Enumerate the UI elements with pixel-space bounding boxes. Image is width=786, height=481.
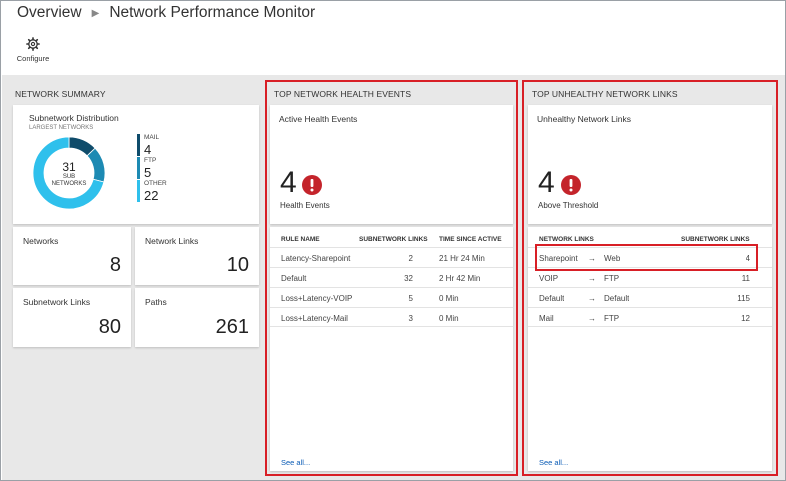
health-events-section-title: TOP NETWORK HEALTH EVENTS (274, 89, 412, 99)
donut-center-label-1: SUB (62, 174, 76, 180)
links-cell: 32 (404, 274, 413, 283)
subnetwork-links-value: 80 (98, 316, 121, 338)
health-see-all-link[interactable]: See all... (281, 458, 310, 467)
links-cell: 2 (408, 254, 413, 263)
rule-name-cell: Latency-Sharepoint (281, 254, 351, 263)
active-health-events-title: Active Health Events (279, 114, 358, 124)
subnetwork-links-label: Subnetwork Links (23, 297, 91, 307)
legend-label-mail: MAIL (144, 134, 160, 141)
legend-swatch-mail (137, 134, 140, 156)
active-health-events-tile[interactable]: Active Health Events 4 Health Events (270, 105, 513, 224)
arrow-right-icon: → (588, 274, 596, 283)
health-events-count: 4 (280, 166, 297, 199)
col-network-links[interactable]: NETWORK LINKS (539, 236, 594, 243)
configure-button[interactable]: Configure (15, 37, 51, 67)
link-from-cell: Default (539, 294, 565, 303)
subnetwork-distribution-tile[interactable]: Subnetwork Distribution LARGEST NETWORKS… (13, 105, 259, 224)
unhealthy-links-count: 4 (538, 166, 555, 199)
sharepoint-row-highlight (535, 244, 758, 271)
paths-value: 261 (215, 316, 249, 338)
arrow-right-icon: → (588, 294, 596, 303)
links-cell: 11 (741, 274, 750, 283)
unhealthy-links-count-label: Above Threshold (538, 201, 599, 210)
legend-value-mail: 4 (144, 142, 152, 157)
networks-tile[interactable]: Networks 8 (13, 227, 131, 285)
col-subnetwork-links[interactable]: SUBNETWORK LINKS (359, 236, 428, 243)
rule-name-cell: Loss+Latency-VOIP (281, 294, 353, 303)
paths-label: Paths (145, 297, 167, 307)
subnetwork-links-tile[interactable]: Subnetwork Links 80 (13, 288, 131, 347)
network-links-value: 10 (226, 254, 249, 276)
legend-swatch-other (137, 180, 140, 202)
col-rule-name[interactable]: RULE NAME (281, 236, 320, 243)
breadcrumb: Overview ▶ Network Performance Monitor (17, 4, 315, 22)
app-window: Overview ▶ Network Performance Monitor C… (0, 0, 786, 481)
donut-center-value: 31 (62, 160, 76, 174)
links-cell: 3 (408, 314, 413, 323)
alert-icon (302, 175, 322, 195)
table-row[interactable]: Latency-Sharepoint 2 21 Hr 24 Min (270, 247, 513, 267)
table-row[interactable]: Mail → FTP 12 (528, 307, 772, 327)
arrow-right-icon: → (588, 314, 596, 323)
page-header: Overview ▶ Network Performance Monitor C… (1, 1, 785, 75)
gear-icon (26, 37, 40, 51)
links-cell: 5 (408, 294, 413, 303)
table-row[interactable]: Default → Default 115 (528, 287, 772, 307)
link-to-cell: FTP (604, 274, 620, 283)
chevron-right-icon: ▶ (91, 7, 100, 19)
time-cell: 21 Hr 24 Min (439, 254, 485, 263)
legend-value-other: 22 (144, 188, 159, 203)
col-time-since-active[interactable]: TIME SINCE ACTIVE (439, 236, 502, 243)
health-events-count-label: Health Events (280, 201, 330, 210)
link-from-cell: Mail (539, 314, 554, 323)
legend-label-other: OTHER (144, 180, 167, 187)
network-links-label: Network Links (145, 236, 199, 246)
configure-label: Configure (16, 54, 50, 63)
legend-swatch-ftp (137, 157, 140, 179)
time-cell: 2 Hr 42 Min (439, 274, 481, 283)
page-title: Network Performance Monitor (109, 4, 316, 21)
network-summary-title: NETWORK SUMMARY (15, 89, 106, 99)
table-row[interactable]: Default 32 2 Hr 42 Min (270, 267, 513, 287)
rule-name-cell: Default (281, 274, 307, 283)
link-to-cell: Default (604, 294, 630, 303)
breadcrumb-overview[interactable]: Overview (17, 4, 82, 22)
alert-icon (561, 175, 581, 195)
link-to-cell: FTP (604, 314, 620, 323)
distribution-title: Subnetwork Distribution (29, 113, 119, 123)
donut-center-label-2: NETWORKS (51, 181, 87, 187)
legend-value-ftp: 5 (144, 165, 152, 180)
table-row[interactable]: Loss+Latency-Mail 3 0 Min (270, 307, 513, 327)
unhealthy-links-title: Unhealthy Network Links (537, 114, 632, 124)
time-cell: 0 Min (439, 314, 459, 323)
unhealthy-network-links-tile[interactable]: Unhealthy Network Links 4 Above Threshol… (528, 105, 772, 224)
legend-label-ftp: FTP (144, 157, 157, 164)
networks-label: Networks (23, 236, 59, 246)
col-subnetwork-links[interactable]: SUBNETWORK LINKS (681, 236, 750, 243)
distribution-subtitle: LARGEST NETWORKS (29, 125, 94, 131)
link-from-cell: VOIP (539, 274, 559, 283)
unhealthy-links-section-title: TOP UNHEALTHY NETWORK LINKS (532, 89, 678, 99)
health-events-table: RULE NAME SUBNETWORK LINKS TIME SINCE AC… (270, 227, 513, 471)
paths-tile[interactable]: Paths 261 (135, 288, 259, 347)
table-row[interactable]: Loss+Latency-VOIP 5 0 Min (270, 287, 513, 307)
unhealthy-see-all-link[interactable]: See all... (539, 458, 568, 467)
rule-name-cell: Loss+Latency-Mail (281, 314, 348, 323)
network-links-tile[interactable]: Network Links 10 (135, 227, 259, 285)
time-cell: 0 Min (439, 294, 459, 303)
networks-value: 8 (109, 254, 121, 276)
links-cell: 115 (737, 294, 750, 303)
links-cell: 12 (741, 314, 750, 323)
